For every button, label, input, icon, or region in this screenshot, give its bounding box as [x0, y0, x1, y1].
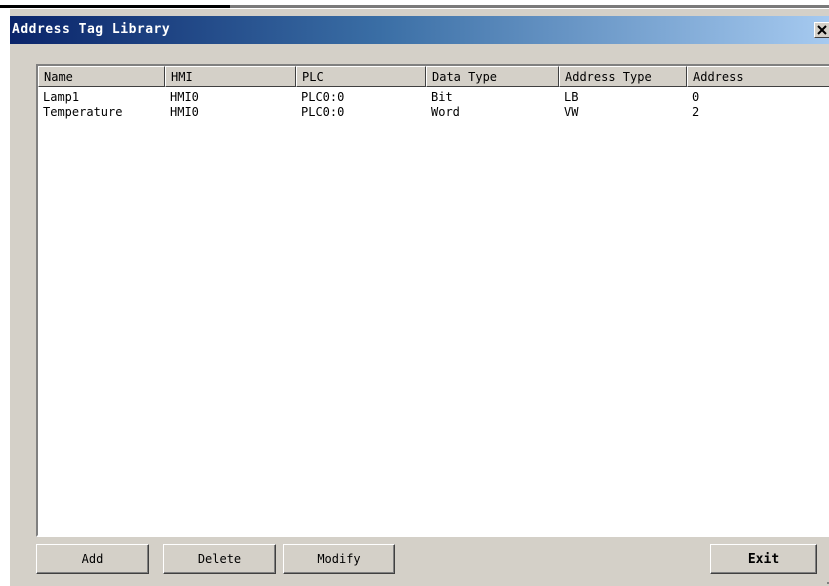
resize-grip-icon[interactable] — [819, 574, 829, 584]
cell-address-type: VW — [564, 105, 579, 119]
cell-data-type: Bit — [431, 90, 453, 104]
cell-hmi: HMI0 — [170, 105, 199, 119]
tag-list-view[interactable]: Name HMI PLC Data Type Address Type Addr… — [36, 64, 829, 537]
table-row[interactable]: Lamp1 HMI0 PLC0:0 Bit LB 0 — [38, 89, 829, 105]
title-bar[interactable]: Address Tag Library — [10, 16, 829, 44]
column-header-plc[interactable]: PLC — [296, 66, 426, 87]
address-tag-library-dialog: Address Tag Library Name HMI PLC Data Ty… — [9, 8, 829, 586]
close-button[interactable] — [814, 22, 829, 38]
column-header-address[interactable]: Address — [687, 66, 829, 87]
cell-name: Lamp1 — [43, 90, 80, 104]
cell-address-type: LB — [564, 90, 579, 104]
cell-name: Temperature — [43, 105, 123, 119]
column-header-data-type[interactable]: Data Type — [426, 66, 559, 87]
list-header: Name HMI PLC Data Type Address Type Addr… — [38, 66, 829, 87]
column-header-hmi[interactable]: HMI — [165, 66, 296, 87]
column-header-address-type[interactable]: Address Type — [559, 66, 687, 87]
window-title: Address Tag Library — [12, 22, 171, 37]
table-row[interactable]: Temperature HMI0 PLC0:0 Word VW 2 — [38, 104, 829, 120]
cell-hmi: HMI0 — [170, 90, 199, 104]
cell-address: 0 — [692, 90, 700, 104]
add-button[interactable]: Add — [36, 544, 149, 574]
exit-button[interactable]: Exit — [710, 544, 817, 574]
cell-plc: PLC0:0 — [301, 105, 345, 119]
cell-data-type: Word — [431, 105, 460, 119]
modify-button[interactable]: Modify — [283, 544, 395, 574]
close-icon — [817, 25, 827, 35]
column-header-name[interactable]: Name — [38, 66, 165, 87]
top-edge — [0, 0, 829, 8]
cell-plc: PLC0:0 — [301, 90, 345, 104]
cell-address: 2 — [692, 105, 700, 119]
delete-button[interactable]: Delete — [163, 544, 276, 574]
